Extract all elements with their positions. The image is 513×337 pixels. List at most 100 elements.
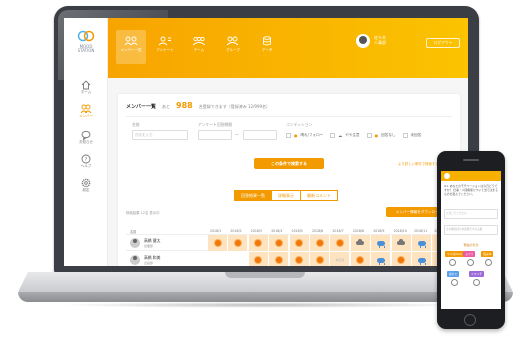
condition-cell[interactable] — [248, 235, 269, 251]
mood-tag[interactable]: 疲れた — [447, 271, 460, 277]
condition-cell[interactable] — [289, 235, 310, 251]
condition-cell[interactable] — [391, 235, 412, 251]
condition-cell[interactable] — [310, 252, 330, 266]
grid-month-header: 2018/5 — [291, 229, 303, 233]
mood-tag[interactable]: 悩み中 — [481, 251, 494, 257]
condition-checkbox[interactable] — [402, 133, 408, 138]
mood-face-icon[interactable] — [473, 279, 480, 286]
top-header: メンバー一覧 アンケート チーム グループ データ 佐々木 人事部 ログアウト — [108, 18, 468, 78]
condition-cell[interactable]: 未回答 — [330, 252, 351, 266]
condition-cell[interactable] — [371, 235, 392, 251]
sidebar-item-label: ヘルプ — [80, 164, 92, 168]
grid-month-header: 2018/2 — [230, 229, 242, 233]
topnav-survey[interactable]: アンケート — [150, 30, 180, 64]
condition-cell[interactable] — [371, 252, 392, 266]
members-group-icon — [124, 36, 138, 46]
member-list-card: メンバー一覧 あと 988 名登録できます（登録済み 12/999名） 名前 氏… — [118, 94, 460, 266]
user-menu[interactable]: 佐々木 人事部 — [356, 34, 386, 48]
sun-icon — [357, 257, 364, 263]
name-filter-label: 名前 — [132, 122, 140, 127]
condition-cell[interactable] — [330, 235, 351, 251]
app-logo[interactable]: MOOD STATION — [72, 30, 100, 54]
sidebar: MOOD STATION ホーム メンバー お知らせ ? ヘルプ 設定 — [64, 18, 108, 266]
table-row[interactable]: 高橋 和美 企画部 未回答 — [126, 252, 453, 266]
logo-name: MOOD STATION — [77, 44, 95, 54]
mood-tag[interactable]: イマイチ — [469, 271, 485, 277]
sidebar-item-help[interactable]: ? ヘルプ — [70, 154, 102, 169]
phone-home-button[interactable] — [464, 314, 476, 326]
avatar — [356, 34, 370, 48]
sidebar-item-members[interactable]: メンバー — [70, 104, 102, 119]
page-title-row: メンバー一覧 あと 988 名登録できます（登録済み 12/999名） — [126, 101, 270, 110]
topnav-member-list[interactable]: メンバー一覧 — [116, 30, 146, 64]
mood-face-icon[interactable] — [485, 259, 492, 266]
topnav-group[interactable]: グループ — [218, 30, 248, 64]
result-tabs: 回答結果一覧 詳細表示 最新コメント — [234, 190, 338, 201]
sidebar-item-news[interactable]: お知らせ — [70, 130, 102, 145]
grid-name-header: 名前 — [130, 230, 137, 234]
name-input[interactable]: 氏名を入力 — [132, 130, 188, 140]
topnav-data[interactable]: データ — [252, 30, 282, 64]
cloud-icon — [356, 239, 365, 245]
grid-header: 名前 2018/1 2018/2 2018/3 2018/4 2018/5 2018/6 2… — [126, 228, 452, 235]
condition-cell[interactable] — [269, 252, 290, 266]
phone-answer-input[interactable]: 入力してください — [444, 209, 498, 219]
rain-icon — [417, 240, 426, 248]
mood-face-icon[interactable] — [449, 259, 456, 266]
condition-checkbox[interactable] — [330, 133, 336, 138]
condition-cell[interactable] — [391, 252, 412, 266]
phone-screen: Q1. あなたのモチベーションは今日どうですか？ 仕事・人間関係について当てはま… — [441, 171, 501, 309]
condition-label: 回答なし — [381, 133, 396, 137]
condition-cell[interactable] — [248, 252, 269, 266]
sun-icon — [275, 257, 282, 263]
condition-cell[interactable] — [412, 252, 432, 266]
mood-tag[interactable]: ふつう — [463, 251, 476, 257]
mood-tag[interactable]: ヤル気MAX — [445, 251, 464, 257]
condition-cell[interactable] — [228, 252, 249, 266]
condition-checkbox[interactable] — [366, 133, 372, 138]
advanced-search-link[interactable]: より詳しい条件で検索する › — [398, 161, 441, 166]
avatar — [130, 255, 140, 265]
condition-cell[interactable] — [310, 235, 330, 251]
condition-cell[interactable] — [208, 252, 228, 266]
condition-label: 晴れ/フォロー — [300, 133, 324, 137]
condition-checkbox[interactable] — [286, 133, 291, 138]
sun-icon — [214, 240, 221, 246]
condition-cell[interactable] — [269, 235, 290, 251]
topnav-team[interactable]: チーム — [184, 30, 214, 64]
condition-cell[interactable] — [412, 235, 432, 251]
tab-results[interactable]: 回答結果一覧 — [234, 190, 272, 201]
logo-icon — [77, 30, 95, 42]
condition-cell[interactable] — [350, 235, 371, 251]
grid-month-header: 2018/9 — [373, 229, 385, 233]
laptop-shadow — [58, 302, 468, 308]
logout-button[interactable]: ログアウト — [426, 38, 460, 48]
search-button[interactable]: この条件で検索する — [254, 158, 324, 169]
sun-icon: ● — [374, 133, 379, 138]
date-range-separator: 〜 — [235, 132, 239, 137]
tab-comments[interactable]: 最新コメント — [301, 190, 338, 201]
mood-face-icon[interactable] — [451, 279, 458, 286]
phone-feeling-input[interactable]: その他気持ちを表現できる言葉 — [444, 225, 498, 235]
date-to-input[interactable] — [243, 130, 277, 140]
topnav-label: メンバー一覧 — [120, 48, 142, 52]
condition-cell[interactable] — [208, 235, 228, 251]
mood-face-icon[interactable] — [467, 259, 474, 266]
grid-month-header: 2018/8 — [352, 229, 365, 233]
rain-icon — [376, 257, 385, 265]
sidebar-item-label: ホーム — [80, 90, 92, 94]
condition-cell[interactable] — [228, 235, 249, 251]
count-prefix: あと — [162, 104, 171, 109]
sidebar-item-settings[interactable]: 設定 — [70, 178, 102, 193]
tab-details[interactable]: 詳細表示 — [272, 190, 301, 201]
table-row[interactable]: 高橋 健太 営業部 — [126, 235, 453, 251]
sun-icon — [296, 240, 303, 246]
condition-filter-label: コンディション — [286, 122, 313, 127]
condition-cell[interactable] — [289, 252, 310, 266]
sidebar-item-home[interactable]: ホーム — [70, 80, 102, 95]
phone-section-title: 現在の気分 — [463, 243, 479, 247]
condition-cell[interactable] — [350, 252, 371, 266]
no-answer-label: 未回答 — [335, 258, 345, 262]
sun-icon — [336, 240, 343, 246]
date-from-input[interactable] — [198, 130, 232, 140]
